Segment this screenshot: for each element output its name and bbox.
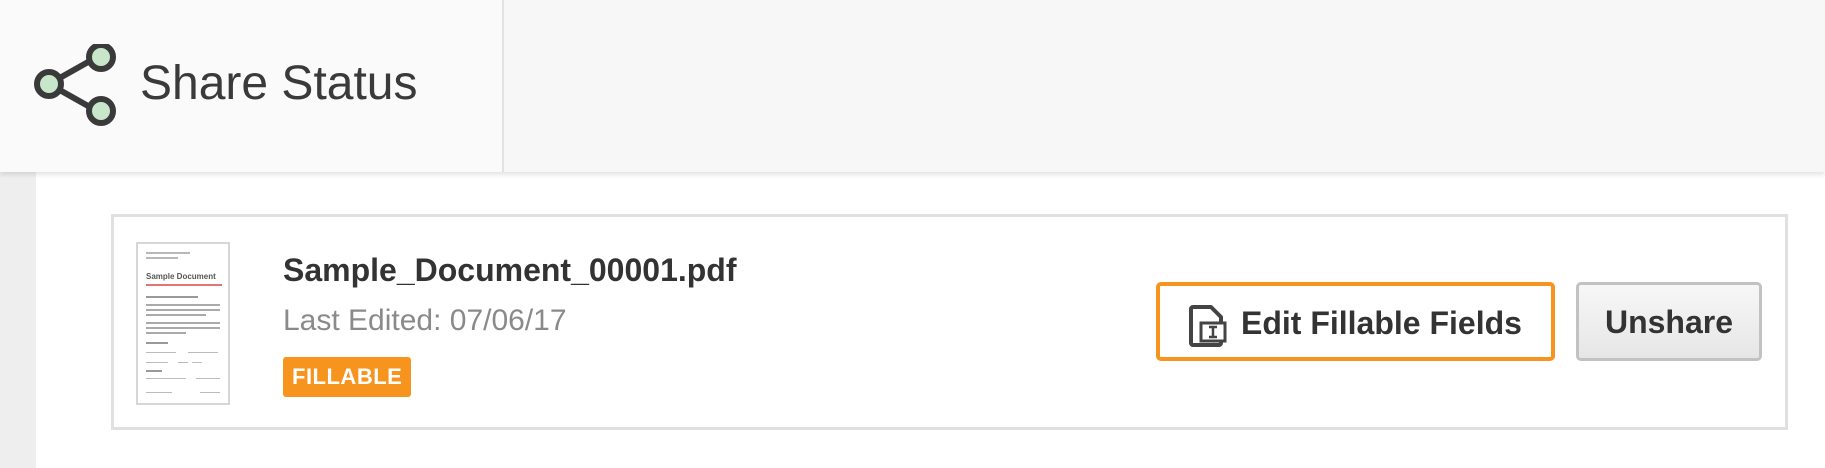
shared-document-card: Sample Document Sample_Document_00001.pd… [111,214,1788,430]
header-title-section: Share Status [0,0,504,172]
fillable-document-icon [1187,305,1227,347]
page-title: Share Status [140,57,418,110]
header-bar: Share Status [0,0,1825,172]
fillable-badge: FILLABLE [283,357,412,397]
share-status-page: Share Status Sample Document Sample_Docu… [0,0,1825,468]
unshare-button[interactable]: Unshare [1576,282,1762,361]
share-icon [33,42,119,126]
last-edited-date: Last Edited: 07/06/17 [283,304,567,337]
unshare-label: Unshare [1604,304,1734,340]
document-thumbnail[interactable]: Sample Document [136,242,230,405]
document-name[interactable]: Sample_Document_00001.pdf [283,250,737,290]
thumbnail-title: Sample Document [146,272,216,281]
edit-fillable-fields-button[interactable]: Edit Fillable Fields [1156,282,1555,361]
edit-fillable-fields-label: Edit Fillable Fields [1241,305,1522,341]
left-gutter [0,172,36,468]
